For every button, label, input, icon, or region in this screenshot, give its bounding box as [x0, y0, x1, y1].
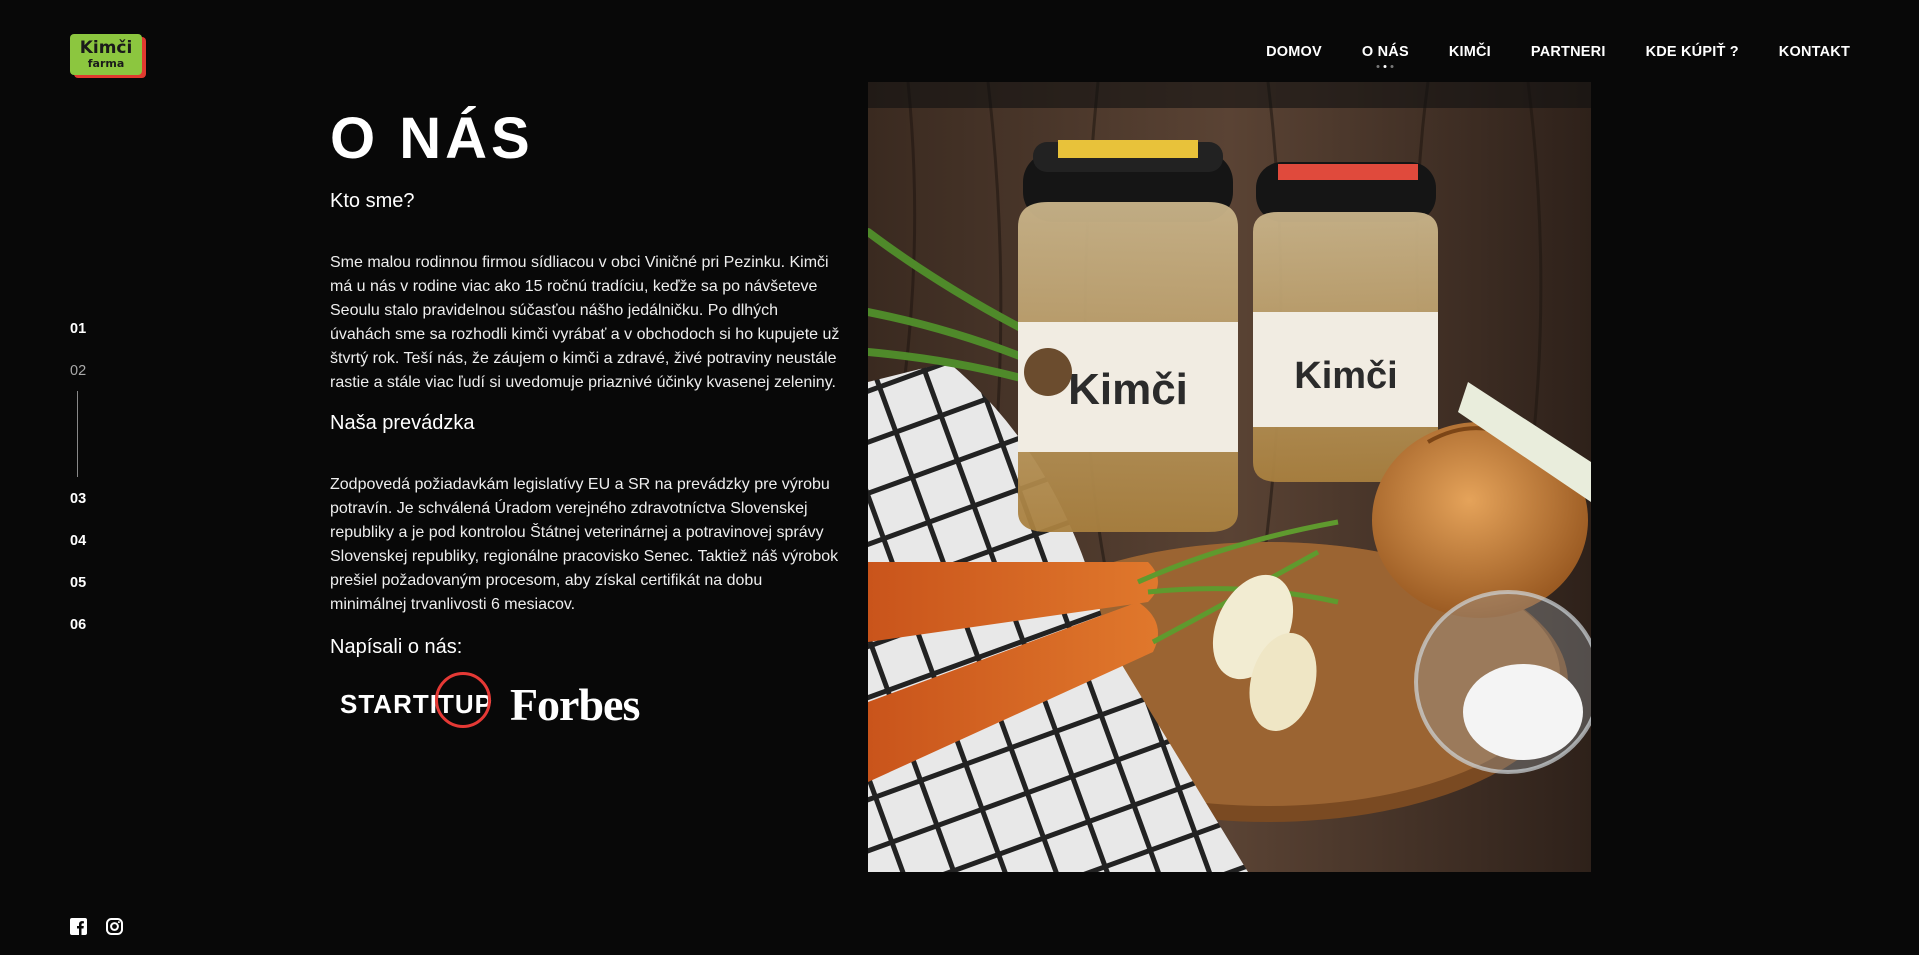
facility-paragraph: Zodpovedá požiadavkám legislatívy EU a S…	[330, 476, 839, 613]
main-nav: DOMOV O NÁS KIMČI PARTNERI KDE KÚPIŤ ? K…	[1266, 44, 1850, 68]
nav-item-o-nas[interactable]: O NÁS	[1362, 44, 1409, 68]
pager-item-02[interactable]: 02	[70, 363, 86, 379]
logo-text: Kimči	[79, 38, 133, 58]
nav-item-kimci[interactable]: KIMČI	[1449, 44, 1491, 60]
about-section: O NÁS Kto sme? Sme malou rodinnou firmou…	[330, 106, 840, 659]
svg-text:Kimči: Kimči	[1068, 365, 1188, 414]
nav-item-kde-kupit[interactable]: KDE KÚPIŤ ?	[1646, 44, 1739, 60]
nav-item-partneri[interactable]: PARTNERI	[1531, 44, 1606, 60]
active-indicator	[1376, 65, 1394, 68]
nav-item-kontakt[interactable]: KONTAKT	[1779, 44, 1850, 60]
facility-heading: Naša prevádzka	[330, 412, 475, 434]
pager-item-05[interactable]: 05	[70, 575, 86, 591]
pager-item-03[interactable]: 03	[70, 491, 86, 507]
subtitle: Kto sme?	[330, 190, 415, 212]
pager-item-04[interactable]: 04	[70, 533, 86, 549]
press-heading: Napísali o nás:	[330, 636, 463, 658]
social-links	[70, 918, 123, 935]
logo-badge: Kimči farma	[70, 34, 142, 75]
pager-item-06[interactable]: 06	[70, 617, 86, 633]
nav-item-domov[interactable]: DOMOV	[1266, 44, 1322, 60]
forbes-logo[interactable]: Forbes	[510, 678, 640, 731]
brand-logo[interactable]: Kimči farma	[70, 34, 146, 78]
product-photo: Kimči Kimči	[868, 82, 1591, 872]
instagram-icon[interactable]	[106, 918, 123, 935]
intro-paragraph: Sme malou rodinnou firmou sídliacou v ob…	[330, 254, 840, 391]
startitup-logo[interactable]: STARTITUP	[340, 672, 493, 728]
svg-text:Kimči: Kimči	[1294, 355, 1397, 397]
press-logos: STARTITUP Forbes	[340, 672, 640, 731]
pager-item-01[interactable]: 01	[70, 321, 86, 337]
facebook-icon[interactable]	[70, 918, 87, 935]
startitup-ring	[435, 672, 491, 728]
page-title: O NÁS	[330, 106, 534, 171]
logo-subtext: farma	[87, 57, 125, 70]
pager-progress-line	[77, 391, 78, 477]
